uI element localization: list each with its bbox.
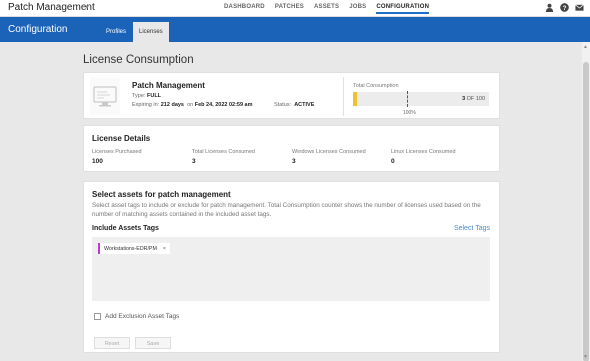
app-switcher-caret-icon[interactable]: ▼ <box>84 5 90 11</box>
license-expiry: Expiring in: 212 days on Feb 24, 2022 02… <box>132 102 253 108</box>
detail-value: 100 <box>92 158 103 165</box>
nav-patches[interactable]: PATCHES <box>275 4 304 14</box>
status-value: ACTIVE <box>294 102 315 108</box>
detail-value: 3 <box>292 158 296 165</box>
select-assets-description: Select asset tags to include or exclude … <box>92 202 481 218</box>
top-icons: ? <box>545 3 584 12</box>
exclusion-tags-option: Add Exclusion Asset Tags <box>94 313 179 320</box>
select-tags-link[interactable]: Select Tags <box>454 225 490 232</box>
page-title: License Consumption <box>83 54 194 66</box>
consumption-total: OF 100 <box>466 96 485 102</box>
consumption-limit-marker <box>407 91 408 107</box>
expiry-date: Feb 24, 2022 02:59 am <box>194 102 253 108</box>
expiry-label: Expiring in: <box>132 102 160 108</box>
main-nav: DASHBOARD PATCHES ASSETS JOBS CONFIGURAT… <box>224 4 430 14</box>
windows-licenses-consumed: Windows Licenses Consumed 3 <box>292 149 366 165</box>
reset-button[interactable]: Reset <box>94 337 130 349</box>
tab-profiles[interactable]: Profiles <box>100 22 132 42</box>
select-assets-title: Select assets for patch management <box>92 190 231 199</box>
scroll-down-icon[interactable]: ▼ <box>583 354 588 360</box>
save-button[interactable]: Save <box>135 337 171 349</box>
help-icon[interactable]: ? <box>560 3 569 12</box>
detail-label: Linux Licenses Consumed <box>391 149 456 155</box>
svg-text:?: ? <box>563 5 567 12</box>
nav-assets[interactable]: ASSETS <box>314 4 339 14</box>
licenses-purchased: Licenses Purchased 100 <box>92 149 142 165</box>
scroll-thumb[interactable] <box>583 62 589 361</box>
mail-icon[interactable] <box>575 3 584 12</box>
license-details-card: License Details Licenses Purchased 100 T… <box>83 125 500 172</box>
consumption-count: 3 OF 100 <box>462 96 485 102</box>
expiry-on-label: on <box>187 102 194 108</box>
monitor-icon <box>90 78 120 115</box>
scroll-up-icon[interactable]: ▲ <box>583 44 588 50</box>
total-licenses-consumed: Total Licenses Consumed 3 <box>192 149 255 165</box>
product-title: Patch Management <box>132 81 205 90</box>
exclusion-tags-checkbox[interactable] <box>94 313 101 320</box>
consumption-progress-bar: 3 OF 100 <box>353 91 489 107</box>
detail-value: 0 <box>391 158 395 165</box>
license-type: Type: FULL <box>132 93 161 99</box>
expiry-days: 212 days <box>160 102 184 108</box>
detail-label: Windows Licenses Consumed <box>292 149 366 155</box>
license-status: Status: ACTIVE <box>274 102 314 108</box>
consumption-fill <box>353 92 357 106</box>
status-label: Status: <box>274 102 292 108</box>
close-icon[interactable]: × <box>163 246 166 254</box>
consumption-used: 3 <box>462 96 466 102</box>
nav-jobs[interactable]: JOBS <box>349 4 366 14</box>
divider <box>343 77 344 116</box>
exclusion-tags-label: Add Exclusion Asset Tags <box>105 313 180 320</box>
consumption-percent-label: 100% <box>403 110 416 116</box>
asset-tag-label: Workstations-EDR/PM <box>104 246 157 252</box>
section-title: Configuration <box>8 24 68 35</box>
linux-licenses-consumed: Linux Licenses Consumed 0 <box>391 149 456 165</box>
select-assets-card: Select assets for patch management Selec… <box>83 181 500 353</box>
include-tags-area[interactable]: Workstations-EDR/PM × <box>92 237 490 301</box>
include-tags-title: Include Assets Tags <box>92 225 159 232</box>
asset-tag-chip: Workstations-EDR/PM × <box>98 243 170 254</box>
nav-configuration[interactable]: CONFIGURATION <box>376 4 430 14</box>
license-type-value: FULL <box>146 93 162 99</box>
total-consumption-label: Total Consumption <box>353 83 399 89</box>
nav-dashboard[interactable]: DASHBOARD <box>224 4 265 14</box>
user-icon[interactable] <box>545 3 554 12</box>
license-details-title: License Details <box>92 134 151 143</box>
page-scrollbar[interactable]: ▲ ▼ <box>582 42 590 361</box>
detail-value: 3 <box>192 158 196 165</box>
tab-licenses[interactable]: Licenses <box>133 22 169 42</box>
app-title[interactable]: Patch Management <box>8 2 95 13</box>
detail-label: Total Licenses Consumed <box>192 149 255 155</box>
detail-label: Licenses Purchased <box>92 149 142 155</box>
section-header-band: Configuration Profiles Licenses <box>0 17 590 42</box>
top-navbar: Patch Management ▼ DASHBOARD PATCHES ASS… <box>0 0 590 17</box>
product-license-card: Patch Management Type: FULL Expiring in:… <box>83 72 500 119</box>
license-type-label: Type: <box>132 93 146 99</box>
